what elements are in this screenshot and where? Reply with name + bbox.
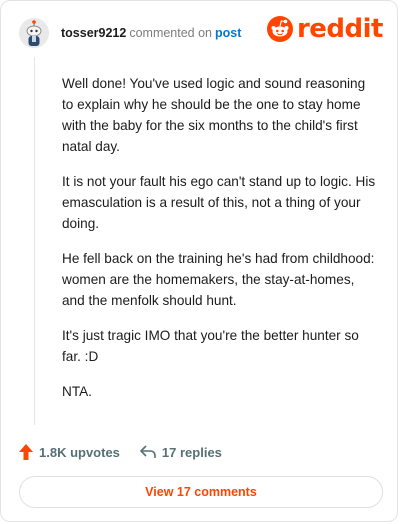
reddit-snoo-icon bbox=[266, 16, 293, 42]
post-link[interactable]: post bbox=[215, 26, 241, 40]
comment-card: tosser9212 commented on post reddit Well d… bbox=[0, 0, 398, 522]
comment-actions: 1.8K upvotes 17 replies bbox=[19, 441, 222, 463]
view-comments-label: View 17 comments bbox=[145, 485, 257, 499]
thread-line[interactable] bbox=[34, 57, 35, 425]
upvote-count: 1.8K upvotes bbox=[39, 444, 120, 460]
reddit-wordmark: reddit bbox=[296, 14, 384, 44]
comment-body: Well done! You've used logic and sound r… bbox=[62, 73, 380, 416]
commented-on-text: commented on bbox=[129, 26, 213, 40]
replies-button[interactable]: 17 replies bbox=[140, 445, 222, 460]
comment-paragraph: NTA. bbox=[62, 384, 92, 399]
comment-paragraph: Well done! You've used logic and sound r… bbox=[62, 76, 366, 154]
comment-meta: tosser9212 commented on post bbox=[61, 26, 241, 40]
replies-count: 17 replies bbox=[161, 444, 222, 460]
comment-paragraph: He fell back on the training he's had fr… bbox=[62, 251, 375, 308]
upvote-button[interactable]: 1.8K upvotes bbox=[19, 444, 120, 460]
upvote-arrow-icon bbox=[19, 444, 33, 460]
view-comments-button[interactable]: View 17 comments bbox=[19, 476, 383, 508]
username-link[interactable]: tosser9212 bbox=[61, 26, 126, 40]
snoo-avatar-icon[interactable] bbox=[19, 18, 49, 48]
comment-paragraph: It is not your fault his ego can't stand… bbox=[62, 174, 376, 231]
comment-paragraph: It's just tragic IMO that you're the bet… bbox=[62, 328, 359, 364]
reply-arrow-icon bbox=[140, 445, 156, 458]
comment-header: tosser9212 commented on post reddit bbox=[19, 14, 384, 50]
reddit-logo[interactable]: reddit bbox=[266, 14, 384, 44]
